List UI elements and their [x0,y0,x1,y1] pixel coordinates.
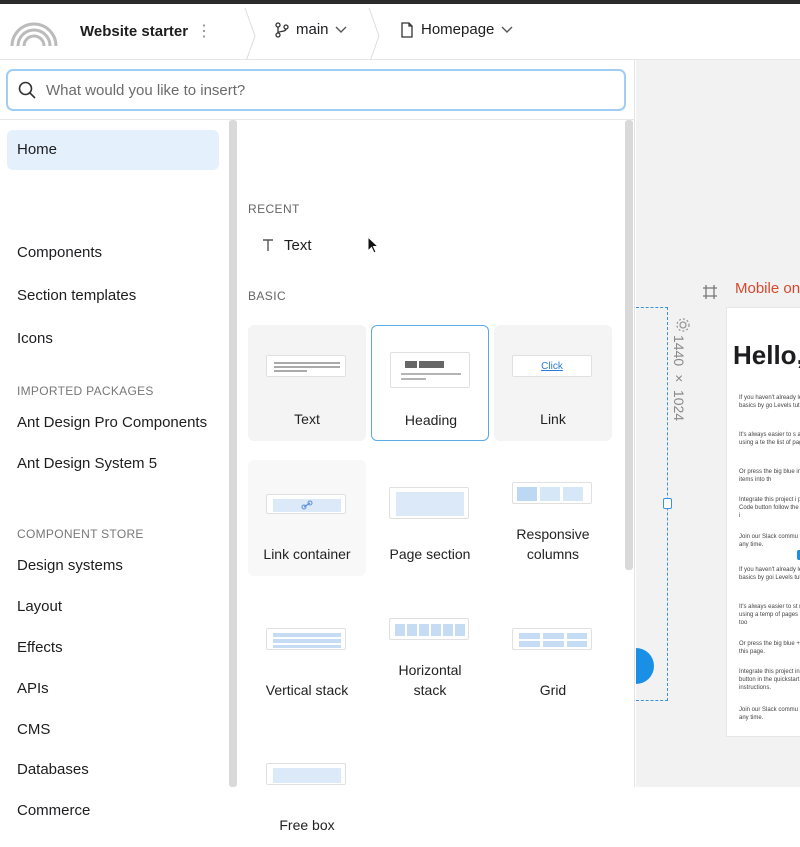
paragraph: Integrate this project in the Code butto… [739,669,800,691]
tile-label: Grid [539,682,567,698]
logo-icon[interactable] [10,16,58,46]
frame-icon[interactable] [703,285,717,299]
grid-block-icon [512,628,592,650]
insert-panel: Home Components Section templates Icons … [0,60,635,847]
mobile-frame-label[interactable]: Mobile on [735,280,800,297]
tile-heading[interactable]: Heading [371,325,489,441]
more-options-icon[interactable]: ⋮ [196,21,212,41]
search-icon [18,81,36,99]
text-block-icon [266,355,346,377]
tile-text[interactable]: Text [248,325,366,441]
paragraph: It's always easier to s a new page using… [739,432,800,446]
hello-heading: Hello, [733,340,800,370]
page-section-icon [389,487,469,519]
insert-grid: RECENT Text BASIC Text Heading Click Lin… [238,120,624,847]
recent-item-label: Text [284,237,312,254]
project-name[interactable]: Website starter [80,23,188,40]
paragraph: Or press the big blue inserting items in… [739,469,800,483]
tile-label: Text [294,411,320,427]
category-nav: Home Components Section templates Icons … [0,120,228,819]
nav-item-icons[interactable]: Icons [7,319,219,359]
paragraph: Join our Slack commu for help any time. [739,534,800,548]
breadcrumb-separator [368,8,380,64]
branch-selector[interactable]: main [274,21,347,38]
tile-link-container[interactable]: Link container [248,460,366,576]
tile-page-section[interactable]: Page section [371,460,489,576]
paragraph: If you haven't already learn the basics … [739,567,800,581]
horizontal-stack-icon [389,618,469,640]
nav-item-cms[interactable]: CMS [7,710,219,750]
chevron-down-icon [501,26,513,33]
tile-label: columns [526,546,580,562]
mobile-frame[interactable]: Hello, If you haven't already learn the … [726,307,800,737]
gear-icon[interactable] [676,318,690,332]
paragraph: If you haven't already learn the basics … [739,395,800,409]
page-name: Homepage [421,21,495,38]
nav-item-section-templates[interactable]: Section templates [7,276,219,316]
grid-scrollbar[interactable] [625,120,633,570]
tile-label: Vertical stack [265,682,349,698]
tile-responsive-columns[interactable]: Responsive columns [494,460,612,576]
header: Website starter ⋮ main Homepage [0,4,800,64]
breadcrumb-separator [244,8,256,64]
paragraph: Integrate this project i press the Code … [739,497,800,519]
nav-item-ant-pro[interactable]: Ant Design Pro Components [7,403,219,443]
tile-label: Page section [389,546,471,562]
paragraph: Or press the big blue + items into this … [739,641,800,655]
nav-scrollbar[interactable] [229,120,237,787]
paragraph: It's always easier to st new page using … [739,604,800,626]
nav-item-design-systems[interactable]: Design systems [7,546,219,586]
recent-item-text[interactable]: Text [262,237,312,254]
nav-item-apis[interactable]: APIs [7,669,219,709]
insert-search[interactable] [6,69,626,111]
page-icon [401,21,413,38]
tile-horizontal-stack[interactable]: Horizontal stack [371,596,489,712]
tile-label: Responsive [516,526,590,542]
tile-label: stack [413,682,447,698]
nav-item-components[interactable]: Components [7,233,219,273]
mouse-cursor-icon [367,236,379,254]
tile-label: Link [540,411,566,427]
component-store-heading: COMPONENT STORE [17,527,144,541]
page-selector[interactable]: Homepage [400,21,513,38]
free-box-icon [266,763,346,785]
vertical-stack-icon [266,628,346,650]
tile-label: Free box [279,817,335,833]
chevron-down-icon [335,26,347,33]
tile-vertical-stack[interactable]: Vertical stack [248,596,366,712]
tile-label: Heading [404,412,458,428]
imported-packages-heading: IMPORTED PACKAGES [17,384,154,398]
git-branch-icon [275,21,289,38]
heading-block-icon [390,352,470,388]
tile-free-box[interactable]: Free box [248,731,366,847]
nav-item-layout[interactable]: Layout [7,587,219,627]
nav-item-home[interactable]: Home [7,130,219,170]
tile-link[interactable]: Click Link [494,325,612,441]
resize-handle[interactable] [663,498,672,509]
tile-label: Link container [263,546,351,562]
nav-item-databases[interactable]: Databases [7,750,219,790]
text-icon [263,239,273,251]
nav-item-commerce[interactable]: Commerce [7,791,219,831]
paragraph: Join our Slack commu for help any time. [739,707,800,721]
link-container-icon [266,494,346,514]
branch-name: main [296,21,329,38]
link-block-icon: Click [512,355,592,377]
tile-label: Horizontal [398,662,462,678]
recent-heading: RECENT [248,202,300,216]
tile-grid[interactable]: Grid [494,596,612,712]
basic-heading: BASIC [248,289,287,303]
responsive-columns-icon [512,482,592,504]
search-input[interactable] [46,81,586,99]
nav-item-effects[interactable]: Effects [7,628,219,668]
design-canvas[interactable]: 1440 × 1024 Mobile on Hello, If you have… [636,60,800,787]
frame-dimensions: 1440 × 1024 [671,335,687,422]
nav-item-ant-5[interactable]: Ant Design System 5 [7,444,219,484]
